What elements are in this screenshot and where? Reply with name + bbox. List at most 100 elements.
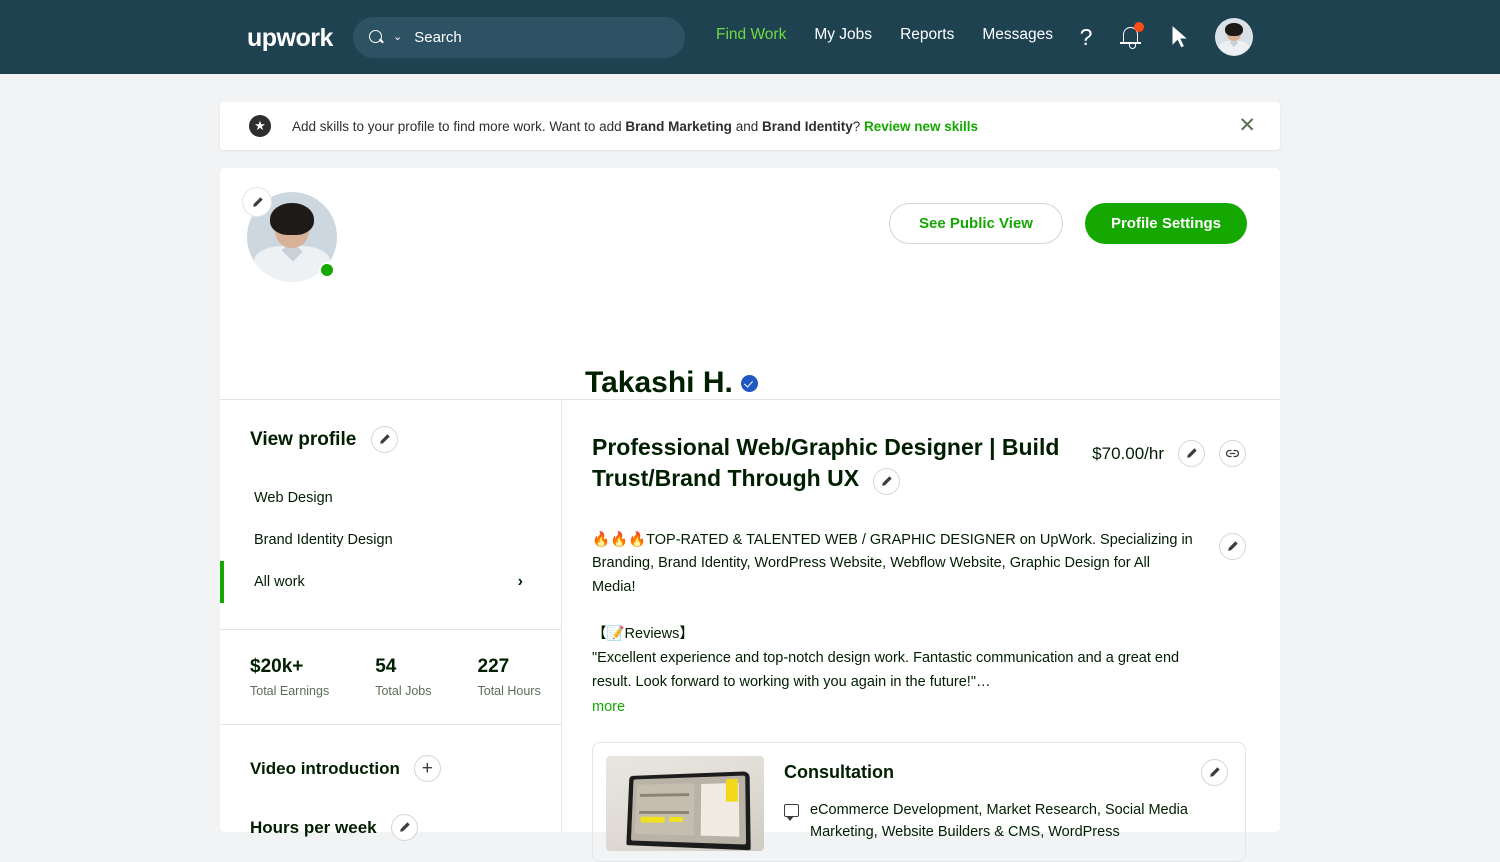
banner-skill-1: Brand Marketing [625, 118, 732, 134]
stat-label: Total Hours [477, 684, 541, 698]
consultation-meta: eCommerce Development, Market Research, … [784, 800, 1204, 844]
pencil-icon [252, 196, 263, 207]
profile-name-row: Takashi H. [585, 366, 758, 400]
overview-text: 🔥🔥🔥TOP-RATED & TALENTED WEB / GRAPHIC DE… [592, 529, 1197, 720]
stat-total-earnings: $20k+ Total Earnings [250, 656, 329, 698]
pencil-icon [881, 476, 892, 486]
sidebar-item-label: All work [254, 574, 305, 590]
consultation-title: Consultation [784, 761, 894, 782]
plus-icon: + [421, 758, 433, 779]
stat-value: 54 [375, 656, 397, 677]
online-status-dot [319, 262, 335, 278]
edit-consultation-button[interactable] [1201, 758, 1228, 786]
stat-total-jobs: 54 Total Jobs [375, 656, 431, 698]
banner-skill-2: Brand Identity [761, 118, 853, 134]
star-icon: ★ [249, 115, 271, 137]
edit-overview-button[interactable] [1219, 532, 1246, 560]
consultation-body: Consultation eCommerce Development, Mark… [784, 756, 1232, 848]
see-public-view-button[interactable]: See Public View [889, 203, 1063, 244]
pencil-icon [380, 434, 390, 444]
sidebar-top: View profile Web Design Brand Identity D… [220, 400, 561, 603]
stat-total-hours: 227 Total Hours [478, 656, 541, 698]
section-video-introduction: Video introduction + [250, 755, 561, 782]
profile-settings-button[interactable]: Profile Settings [1084, 203, 1247, 244]
sidebar-item-brand-identity-design[interactable]: Brand Identity Design [220, 519, 561, 561]
banner-text-2: and [731, 118, 762, 134]
edit-hours-per-week-button[interactable] [390, 814, 418, 841]
sidebar: View profile Web Design Brand Identity D… [220, 400, 562, 841]
hourly-rate-block: $70.00/hr [1092, 432, 1246, 467]
profile-title-block: Professional Web/Graphic Designer | Buil… [592, 432, 1092, 495]
primary-nav: Find Work My Jobs Reports Messages [716, 26, 1053, 44]
overview-review-quote: "Excellent experience and top-notch desi… [592, 649, 1180, 690]
avatar-photo [1216, 19, 1252, 55]
profile-action-buttons: See Public View Profile Settings [889, 203, 1247, 244]
review-new-skills-link[interactable]: Review new skills [864, 119, 978, 134]
overview-paragraph-1: 🔥🔥🔥TOP-RATED & TALENTED WEB / GRAPHIC DE… [592, 531, 1193, 596]
banner-text-3: ? [852, 118, 864, 134]
laptop-screen [630, 775, 747, 845]
profile-body: View profile Web Design Brand Identity D… [220, 400, 1280, 862]
sidebar-item-all-work[interactable]: All work › [220, 561, 561, 603]
sidebar-item-web-design[interactable]: Web Design [220, 477, 561, 519]
pencil-icon [1187, 448, 1197, 458]
edit-view-profile-button[interactable] [371, 426, 399, 453]
chevron-down-icon[interactable]: ⌄ [393, 32, 402, 43]
hourly-rate: $70.00/hr [1092, 443, 1164, 463]
sidebar-sections: Video introduction + Hours per week [220, 724, 561, 841]
pencil-icon [399, 822, 410, 832]
chat-bubble-icon [784, 803, 799, 821]
more-link[interactable]: more [592, 696, 1197, 720]
stat-value: $20k+ [250, 656, 304, 677]
edit-headline-button[interactable] [872, 467, 900, 495]
notifications-bell-icon[interactable] [1120, 18, 1144, 56]
stat-label: Total Earnings [250, 684, 330, 698]
search-icon [369, 30, 384, 45]
edit-avatar-button[interactable] [242, 187, 272, 217]
avatar[interactable] [1215, 18, 1253, 56]
consultation-thumbnail [606, 755, 764, 851]
page-title: Takashi H. [585, 366, 733, 399]
verified-badge-icon [740, 374, 758, 392]
section-title: Hours per week [250, 817, 377, 837]
profile-header-card: Takashi H. Vancouver, Canada – 1:09 pm l… [220, 168, 1280, 540]
chevron-right-icon: › [517, 573, 523, 590]
upwork-logo[interactable]: upwork [247, 24, 333, 53]
nav-icon-group: ? [1075, 18, 1253, 56]
main-content: Professional Web/Graphic Designer | Buil… [562, 400, 1280, 862]
notification-badge-dot [1134, 22, 1144, 32]
section-title: Video introduction [250, 758, 400, 778]
close-icon[interactable]: ✕ [1238, 115, 1256, 137]
consultation-card[interactable]: Consultation eCommerce Development, Mark… [592, 741, 1246, 862]
copy-profile-link-button[interactable] [1219, 440, 1246, 467]
main-header-row: Professional Web/Graphic Designer | Buil… [592, 432, 1246, 495]
help-icon[interactable]: ? [1075, 18, 1097, 56]
nav-messages[interactable]: Messages [982, 26, 1053, 44]
edit-rate-button[interactable] [1178, 440, 1205, 467]
pencil-icon [1228, 541, 1238, 551]
sidebar-item-label: Web Design [254, 490, 333, 506]
stat-value: 227 [477, 656, 510, 677]
profile-avatar-wrapper [242, 187, 337, 282]
view-profile-title: View profile [250, 428, 357, 450]
section-hours-per-week: Hours per week [250, 814, 561, 841]
cursor-arrow-icon [1171, 23, 1190, 49]
profile-headline: Professional Web/Graphic Designer | Buil… [592, 434, 1060, 491]
search-input[interactable]: ⌄ Search [353, 17, 685, 58]
laptop-mockup-image [626, 771, 751, 851]
add-video-introduction-button[interactable]: + [413, 755, 441, 782]
pencil-icon [1210, 767, 1220, 777]
skills-suggestion-banner: ★ Add skills to your profile to find mor… [220, 102, 1280, 150]
banner-message: Add skills to your profile to find more … [292, 119, 978, 134]
overview-section: 🔥🔥🔥TOP-RATED & TALENTED WEB / GRAPHIC DE… [592, 529, 1246, 720]
nav-my-jobs[interactable]: My Jobs [814, 26, 872, 44]
nav-find-work[interactable]: Find Work [716, 26, 786, 44]
search-placeholder: Search [414, 29, 462, 46]
banner-text-1: Add skills to your profile to find more … [292, 118, 626, 134]
nav-reports[interactable]: Reports [900, 26, 954, 44]
stat-label: Total Jobs [375, 684, 432, 698]
overview-reviews-header: 【📝Reviews】 [592, 626, 694, 643]
top-navigation-bar: upwork ⌄ Search Find Work My Jobs Report… [0, 0, 1500, 74]
sidebar-item-label: Brand Identity Design [254, 532, 393, 548]
mouse-cursor-pointer [1167, 18, 1191, 56]
